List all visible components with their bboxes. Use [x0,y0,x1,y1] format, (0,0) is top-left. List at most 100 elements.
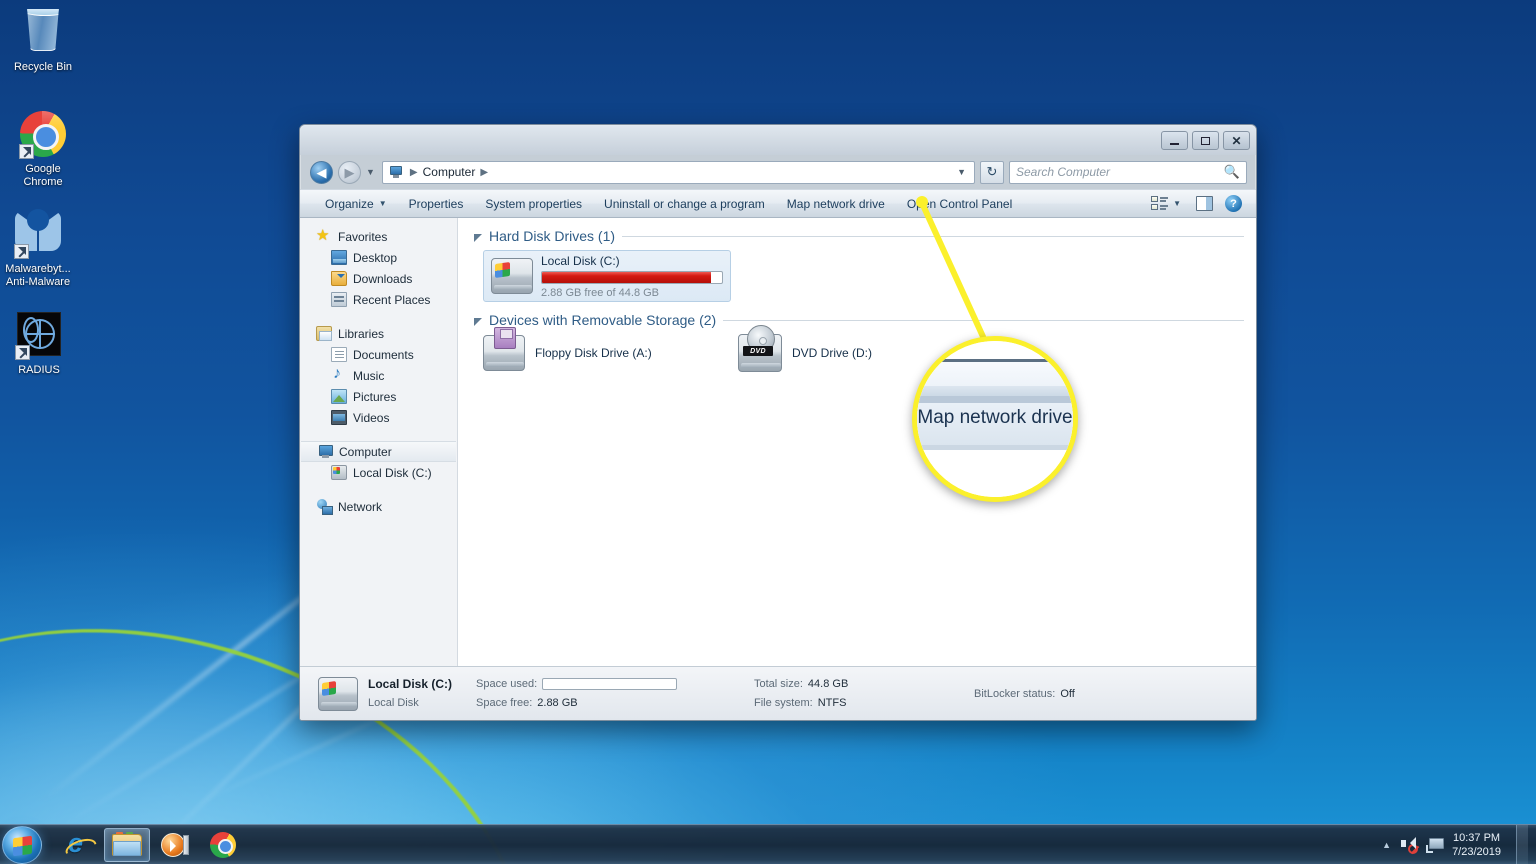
desktop-icon-malwarebytes[interactable]: Malwarebyt... Anti-Malware [0,207,81,289]
system-properties-button[interactable]: System properties [474,193,593,215]
sidebar-item-local-disk-c[interactable]: Local Disk (C:) [300,462,457,483]
documents-icon [331,347,347,362]
sidebar-item-label: Videos [353,410,390,425]
show-hidden-icons-button[interactable]: ▲ [1382,840,1391,850]
details-drive-name: Local Disk (C:) [368,677,453,691]
preview-pane-button[interactable] [1188,193,1221,215]
taskbar-internet-explorer[interactable] [56,828,102,862]
sidebar-item-label: Recent Places [353,292,431,307]
group-header-rule [622,235,1244,237]
drive-name: DVD Drive (D:) [792,346,872,360]
group-header-rule [723,319,1244,321]
sidebar-item-pictures[interactable]: Pictures [300,386,457,407]
drive-capacity-text: 2.88 GB free of 44.8 GB [541,286,660,299]
file-list-pane[interactable]: Hard Disk Drives (1) Local Disk (C:) 2.8… [458,218,1256,666]
organize-label: Organize [325,196,374,211]
magnifier-content: Map network drive [917,341,1073,497]
sidebar-item-videos[interactable]: Videos [300,407,457,428]
help-button[interactable]: ? [1223,193,1246,215]
network-icon[interactable] [1426,836,1445,853]
sidebar-item-downloads[interactable]: Downloads [300,268,457,289]
sidebar-item-label: Pictures [353,389,397,404]
group-header-removable-storage[interactable]: Devices with Removable Storage (2) [474,312,1244,328]
drive-item-floppy-a[interactable]: Floppy Disk Drive (A:) [483,327,738,372]
close-button[interactable]: ✕ [1223,131,1250,150]
chrome-icon [210,831,236,858]
desktop-icon-recycle-bin[interactable]: Recycle Bin [0,6,86,74]
collapse-triangle-icon[interactable] [474,234,482,242]
downloads-icon [331,271,347,286]
clock[interactable]: 10:37 PM 7/23/2019 [1452,831,1501,859]
bitlocker-label: BitLocker status: [974,687,1056,700]
taskbar-windows-media-player[interactable] [152,828,198,862]
desktop-icon-google-chrome[interactable]: Google Chrome [0,110,86,189]
map-network-drive-button[interactable]: Map network drive [776,193,896,215]
sidebar-item-music[interactable]: Music [300,365,457,386]
organize-button[interactable]: Organize ▼ [314,193,398,215]
capacity-bar-fill [542,271,712,283]
sidebar-group-libraries[interactable]: Libraries [300,323,457,344]
malwarebytes-icon [14,209,62,259]
navigation-pane[interactable]: Favorites Desktop Downloads Recent Place… [300,218,458,666]
group-header-hard-disk-drives[interactable]: Hard Disk Drives (1) [474,228,1244,244]
address-dropdown-icon[interactable]: ▼ [953,167,970,177]
sidebar-item-network[interactable]: Network [300,496,457,517]
sidebar-group-favorites[interactable]: Favorites [300,226,457,247]
views-icon [1151,196,1169,211]
clock-date: 7/23/2019 [1452,845,1501,858]
sidebar-group-label: Favorites [338,229,388,244]
minimize-button[interactable] [1161,131,1188,150]
taskbar-windows-explorer[interactable] [104,827,150,862]
desktop[interactable]: Recycle Bin Google Chrome Malwarebyt... … [0,0,1536,864]
taskbar-buttons [56,827,246,862]
sidebar-item-label: Desktop [353,250,398,265]
show-desktop-button[interactable] [1516,824,1528,864]
media-player-icon [161,832,189,858]
breadcrumb-separator-icon[interactable]: ▶ [480,167,488,178]
file-system-label: File system: [754,697,813,709]
search-input[interactable]: Search Computer [1016,165,1224,179]
recycle-bin-icon [19,9,67,57]
sidebar-item-computer[interactable]: Computer [301,441,456,462]
taskbar[interactable]: ▲ 10:37 PM 7/23/2019 [0,824,1536,864]
breadcrumb-separator-icon: ▶ [409,166,418,178]
properties-button[interactable]: Properties [398,193,475,215]
radius-icon [15,312,63,360]
drive-tile-local-disk-c[interactable]: Local Disk (C:) 2.88 GB free of 44.8 GB [483,250,731,302]
pictures-icon [331,389,347,404]
search-box[interactable]: Search Computer 🔍 [1009,160,1247,184]
windows-explorer-window[interactable]: ✕ ◀ ▶ ▼ ▶ Computer ▶ ▼ ↻ Search Computer… [299,124,1257,721]
address-bar[interactable]: ▶ Computer ▶ ▼ [381,160,975,184]
sidebar-item-desktop[interactable]: Desktop [300,247,457,268]
uninstall-or-change-program-button[interactable]: Uninstall or change a program [593,193,776,215]
sidebar-item-recent-places[interactable]: Recent Places [300,289,457,310]
sidebar-item-documents[interactable]: Documents [300,344,457,365]
hard-disk-icon [318,676,358,711]
start-button[interactable] [2,825,42,864]
refresh-button[interactable]: ↻ [980,160,1004,184]
breadcrumb-computer[interactable]: Computer [423,165,476,179]
dvd-drive-icon: DVD [738,325,782,372]
back-button[interactable]: ◀ [310,160,333,184]
volume-muted-icon[interactable] [1400,836,1419,854]
details-pane: Local Disk (C:) Local Disk Space used: S… [300,666,1256,720]
space-used-bar [542,678,678,690]
change-view-button[interactable]: ▼ [1143,193,1186,215]
taskbar-google-chrome[interactable] [200,828,246,862]
desktop-icon-label: RADIUS [18,364,60,376]
total-size-label: Total size: [754,678,803,690]
space-free-label: Space free: [476,697,533,709]
desktop-icon-radius[interactable]: RADIUS [0,310,82,377]
forward-button[interactable]: ▶ [338,160,361,184]
bitlocker-value: Off [1060,687,1075,700]
window-title-bar[interactable]: ✕ [300,125,1256,155]
collapse-triangle-icon[interactable] [474,318,482,326]
open-control-panel-button[interactable]: Open Control Panel [896,193,1023,215]
group-header-label: Devices with Removable Storage (2) [489,312,717,328]
sidebar-item-label: Music [353,368,385,383]
history-dropdown-icon[interactable]: ▼ [366,167,375,177]
restore-button[interactable] [1192,131,1219,150]
magnifier-band [917,362,1073,386]
